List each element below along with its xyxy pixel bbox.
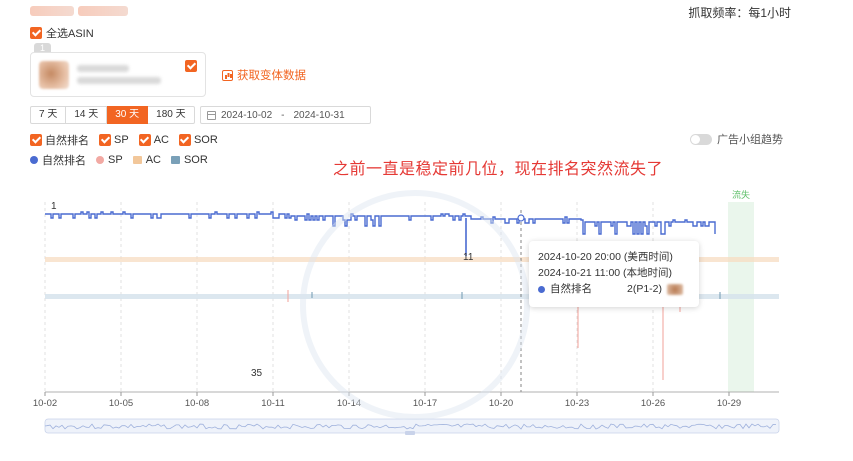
- asin-blurred-text: [77, 65, 129, 72]
- legend-item-sor[interactable]: SOR: [170, 154, 208, 166]
- ad-group-trend-toggle-wrap: 广告小组趋势: [690, 131, 783, 147]
- legend-square-icon: [132, 156, 142, 164]
- x-tick-label: 10-20: [489, 398, 513, 409]
- fetch-variants-link[interactable]: 获取变体数据: [222, 67, 306, 83]
- filter-sp[interactable]: SP: [99, 134, 129, 146]
- x-tick-label: 10-08: [185, 398, 209, 409]
- filter-label: AC: [153, 134, 169, 146]
- legend-item-organic[interactable]: 自然排名: [30, 152, 86, 168]
- organic-rank-line: [45, 211, 716, 235]
- checkbox-checked-icon: [178, 134, 191, 146]
- ad-group-trend-toggle[interactable]: [690, 133, 712, 145]
- chart-legend: 自然排名 SP AC SOR: [30, 152, 208, 168]
- x-tick-label: 10-02: [33, 398, 57, 409]
- point-label-rank-11: 11: [463, 252, 474, 263]
- chart-icon: [222, 69, 233, 81]
- x-axis: 10-02 10-05 10-08 10-11 10-14 10-17 10-20 10-23…: [33, 392, 741, 409]
- date-end: 2024-10-31: [293, 109, 345, 121]
- product-title-blurred: [30, 4, 130, 18]
- legend-dot-icon: [96, 156, 104, 164]
- legend-label: AC: [145, 154, 161, 166]
- x-tick-label: 10-23: [565, 398, 589, 409]
- range-14d-button[interactable]: 14 天: [66, 106, 108, 124]
- tooltip-local-time: 2024-10-21 11:00 (本地时间): [538, 267, 673, 279]
- calendar-icon: [207, 110, 216, 120]
- chart-tooltip: 2024-10-20 20:00 (美西时间) 2024-10-21 11:00…: [529, 241, 699, 307]
- time-range-selector: 7 天 14 天 30 天 180 天: [30, 106, 195, 124]
- ad-group-trend-label: 广告小组趋势: [717, 134, 783, 146]
- select-all-label: 全选ASIN: [46, 28, 94, 40]
- tooltip-value: 2(P1-2): [627, 283, 663, 295]
- date-separator: -: [281, 109, 285, 121]
- annotation-note: 之前一直是稳定前几位，现在排名突然流失了: [333, 161, 664, 178]
- product-thumbnail: [39, 61, 69, 89]
- asin-blurred-text: [77, 77, 161, 84]
- rank-trend-chart[interactable]: 流失 10-02 10-05 10-08 10-11 10-14 10-17 10-20 10…: [0, 180, 853, 461]
- series-filter-group: 自然排名 SP AC SOR: [30, 132, 218, 148]
- x-tick-label: 10-14: [337, 398, 361, 409]
- range-180d-button[interactable]: 180 天: [148, 106, 195, 124]
- lost-band-label: 流失: [732, 189, 750, 200]
- filter-organic-rank[interactable]: 自然排名: [30, 132, 89, 148]
- legend-square-icon: [170, 156, 180, 164]
- filter-label: SP: [114, 134, 129, 146]
- range-30d-button[interactable]: 30 天: [107, 106, 149, 124]
- asin-card[interactable]: [30, 52, 206, 97]
- filter-label: 自然排名: [45, 135, 89, 147]
- tooltip-us-time: 2024-10-20 20:00 (美西时间): [538, 251, 673, 263]
- asin-checkbox[interactable]: [185, 60, 197, 72]
- tooltip-series-name: 自然排名: [550, 283, 592, 295]
- tooltip-blurred-image: [667, 283, 684, 295]
- legend-label: 自然排名: [42, 155, 86, 167]
- legend-dot-icon: [30, 156, 38, 164]
- x-tick-label: 10-05: [109, 398, 133, 409]
- legend-item-sp[interactable]: SP: [96, 154, 123, 166]
- filter-ac[interactable]: AC: [138, 134, 169, 146]
- range-7d-button[interactable]: 7 天: [30, 106, 67, 124]
- x-tick-label: 10-17: [413, 398, 437, 409]
- date-range-picker[interactable]: 2024-10-02 - 2024-10-31: [200, 106, 371, 124]
- legend-label: SOR: [183, 154, 208, 166]
- x-tick-label: 10-26: [641, 398, 665, 409]
- checkbox-checked-icon: [30, 134, 42, 146]
- series-dot-icon: [538, 285, 545, 293]
- point-label-rank-1: 1: [51, 201, 57, 212]
- slider-handle[interactable]: [405, 431, 415, 435]
- x-tick-label: 10-11: [261, 398, 285, 409]
- hover-point: [517, 214, 525, 222]
- fetch-frequency-label: 抓取频率：每1小时: [688, 6, 791, 20]
- tooltip-series-row: 自然排名 2(P1-2): [538, 281, 690, 297]
- legend-label: SP: [108, 154, 123, 166]
- date-start: 2024-10-02: [221, 109, 273, 121]
- range-slider[interactable]: [44, 418, 780, 435]
- point-label-rank-35: 35: [251, 368, 263, 379]
- select-all-asin-checkbox[interactable]: 全选ASIN: [30, 25, 94, 41]
- checkbox-checked-icon: [30, 27, 42, 39]
- checkbox-checked-icon: [99, 134, 111, 146]
- fetch-variants-label: 获取变体数据: [237, 70, 306, 82]
- filter-label: SOR: [193, 134, 218, 146]
- x-tick-label: 10-29: [717, 398, 741, 409]
- checkbox-checked-icon: [138, 134, 151, 146]
- filter-sor[interactable]: SOR: [178, 134, 218, 146]
- legend-item-ac[interactable]: AC: [132, 154, 161, 166]
